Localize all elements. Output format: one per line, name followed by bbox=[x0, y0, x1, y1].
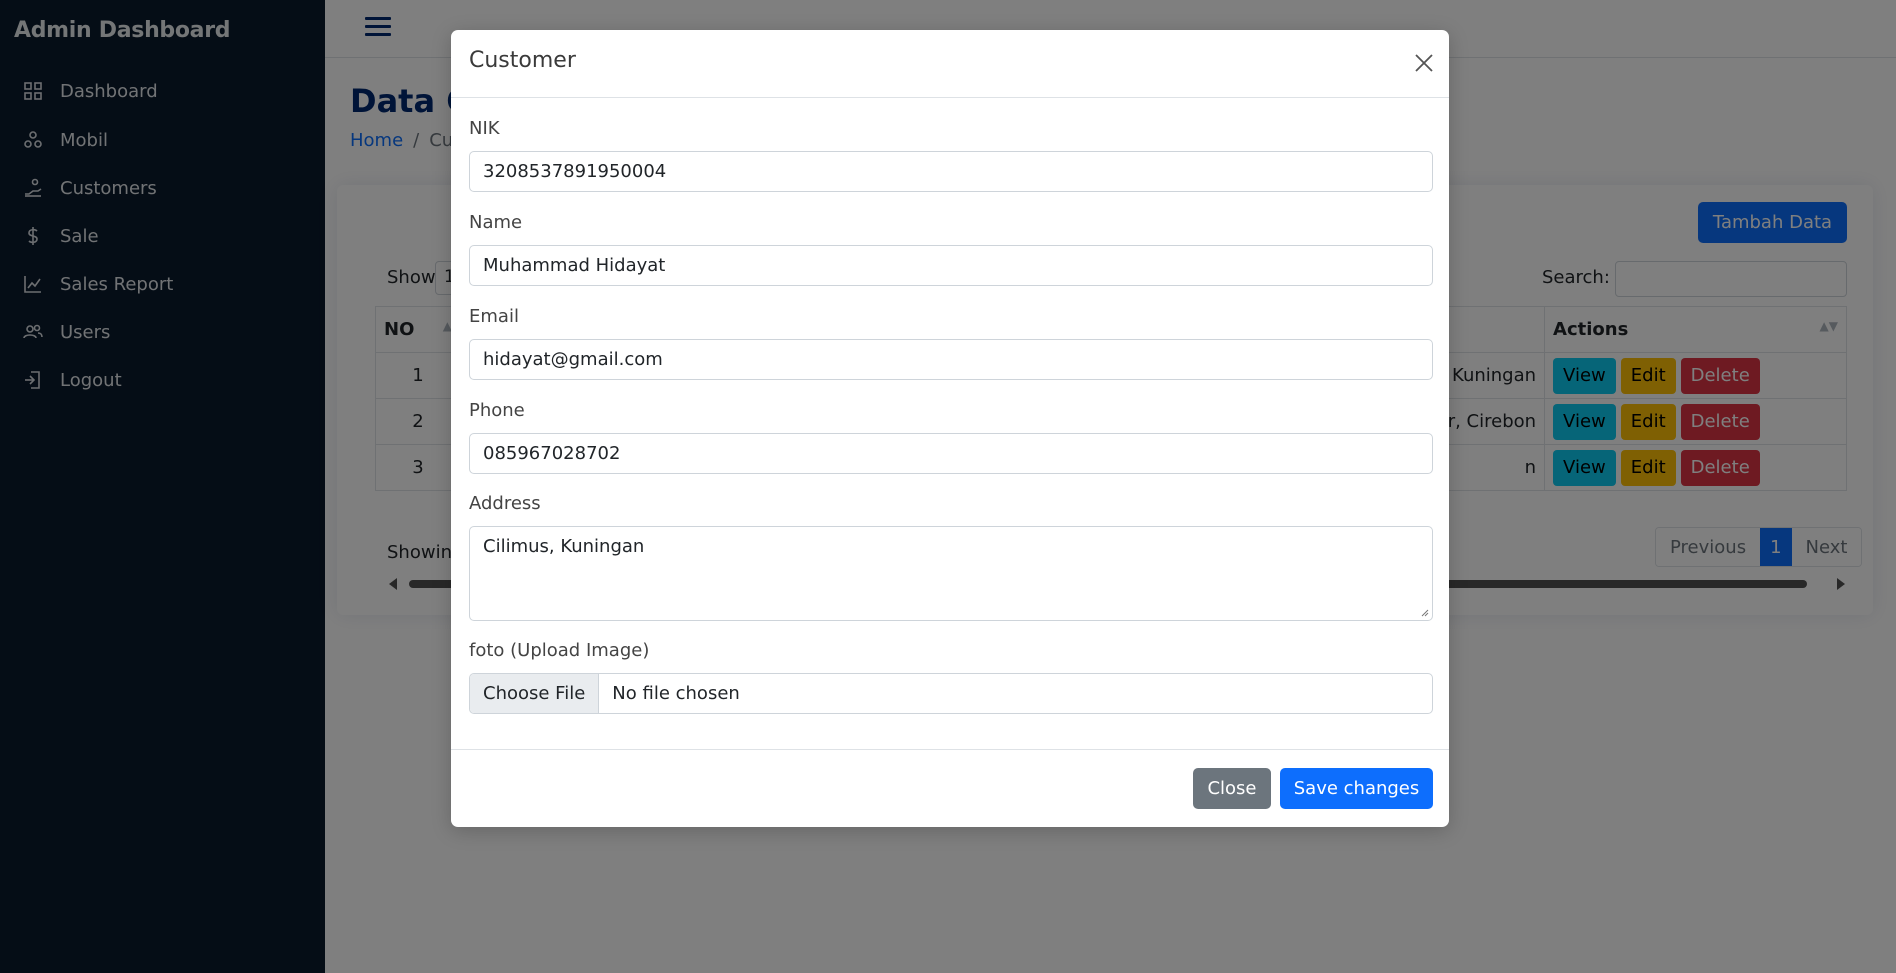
phone-label: Phone bbox=[469, 400, 525, 421]
modal-footer: Close Save changes bbox=[451, 749, 1449, 827]
close-button[interactable]: Close bbox=[1193, 768, 1271, 809]
modal-title: Customer bbox=[469, 48, 576, 73]
email-label: Email bbox=[469, 306, 519, 327]
nik-label: NIK bbox=[469, 118, 500, 139]
choose-file-button[interactable]: Choose File bbox=[470, 674, 600, 713]
address-textarea[interactable]: Cilimus, Kuningan bbox=[469, 526, 1433, 621]
close-icon[interactable] bbox=[1413, 52, 1435, 74]
foto-label: foto (Upload Image) bbox=[469, 640, 650, 661]
resize-grip-icon[interactable] bbox=[1419, 607, 1429, 617]
customer-modal: Customer NIK 3208537891950004 Name Muham… bbox=[451, 30, 1449, 827]
name-label: Name bbox=[469, 212, 523, 233]
phone-field[interactable]: 085967028702 bbox=[469, 433, 1433, 474]
modal-header: Customer bbox=[451, 30, 1449, 98]
save-changes-button[interactable]: Save changes bbox=[1280, 768, 1433, 809]
foto-file-input[interactable]: Choose File No file chosen bbox=[469, 673, 1433, 714]
address-value: Cilimus, Kuningan bbox=[483, 536, 645, 557]
nik-field[interactable]: 3208537891950004 bbox=[469, 151, 1433, 192]
file-name-text: No file chosen bbox=[612, 683, 740, 704]
email-field[interactable]: hidayat@gmail.com bbox=[469, 339, 1433, 380]
name-field[interactable]: Muhammad Hidayat bbox=[469, 245, 1433, 286]
address-label: Address bbox=[469, 493, 541, 514]
